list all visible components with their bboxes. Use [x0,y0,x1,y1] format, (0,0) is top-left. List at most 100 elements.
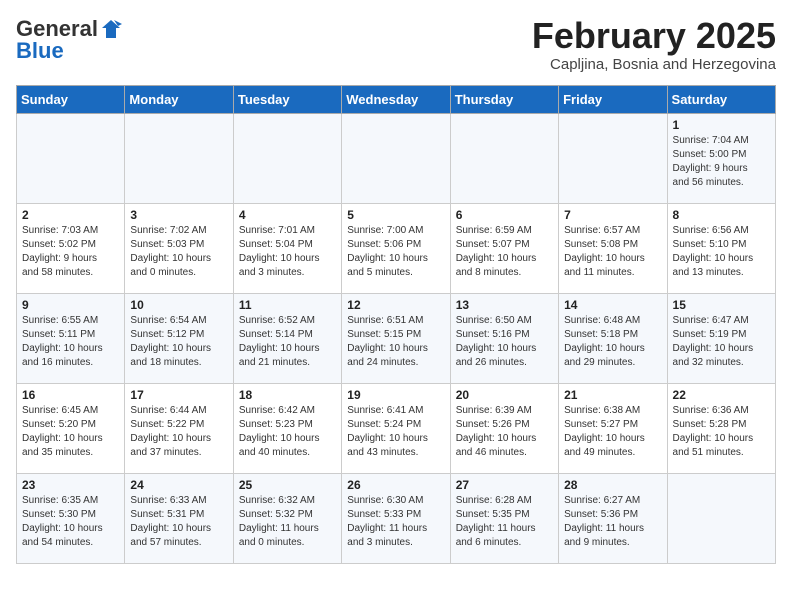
day-info: Sunrise: 7:03 AM Sunset: 5:02 PM Dayligh… [22,224,119,280]
day-number: 9 [22,298,119,312]
day-number: 25 [239,478,336,492]
header-wednesday: Wednesday [342,85,450,113]
calendar-week-row: 9 Sunrise: 6:55 AM Sunset: 5:11 PM Daylig… [17,293,776,383]
day-info: Sunrise: 6:54 AM Sunset: 5:12 PM Dayligh… [130,314,227,370]
header-thursday: Thursday [450,85,558,113]
day-number: 1 [673,118,770,132]
day-info: Sunrise: 6:30 AM Sunset: 5:33 PM Dayligh… [347,494,444,550]
day-info: Sunrise: 6:48 AM Sunset: 5:18 PM Dayligh… [564,314,661,370]
header-tuesday: Tuesday [233,85,341,113]
day-number: 5 [347,208,444,222]
table-row: 8 Sunrise: 6:56 AM Sunset: 5:10 PM Daylig… [667,203,775,293]
table-row: 4 Sunrise: 7:01 AM Sunset: 5:04 PM Daylig… [233,203,341,293]
day-info: Sunrise: 6:52 AM Sunset: 5:14 PM Dayligh… [239,314,336,370]
day-number: 11 [239,298,336,312]
table-row: 14 Sunrise: 6:48 AM Sunset: 5:18 PM Dayli… [559,293,667,383]
day-info: Sunrise: 7:02 AM Sunset: 5:03 PM Dayligh… [130,224,227,280]
logo-icon [100,18,122,40]
table-row: 5Sunrise: 7:00 AM Sunset: 5:06 PM Daylig… [342,203,450,293]
day-number: 24 [130,478,227,492]
day-info: Sunrise: 6:33 AM Sunset: 5:31 PM Dayligh… [130,494,227,550]
table-row: 9 Sunrise: 6:55 AM Sunset: 5:11 PM Daylig… [17,293,125,383]
day-info: Sunrise: 6:47 AM Sunset: 5:19 PM Dayligh… [673,314,770,370]
table-row: 21 Sunrise: 6:38 AM Sunset: 5:27 PM Dayli… [559,383,667,473]
day-number: 15 [673,298,770,312]
table-row: 2 Sunrise: 7:03 AM Sunset: 5:02 PM Daylig… [17,203,125,293]
day-info: Sunrise: 6:32 AM Sunset: 5:32 PM Dayligh… [239,494,336,550]
header-friday: Friday [559,85,667,113]
day-info: Sunrise: 6:38 AM Sunset: 5:27 PM Dayligh… [564,404,661,460]
day-number: 7 [564,208,661,222]
day-info: Sunrise: 6:39 AM Sunset: 5:26 PM Dayligh… [456,404,553,460]
table-row [667,473,775,563]
day-info: Sunrise: 6:55 AM Sunset: 5:11 PM Dayligh… [22,314,119,370]
table-row [17,113,125,203]
table-row: 3 Sunrise: 7:02 AM Sunset: 5:03 PM Daylig… [125,203,233,293]
table-row: 24 Sunrise: 6:33 AM Sunset: 5:31 PM Dayli… [125,473,233,563]
day-info: Sunrise: 6:45 AM Sunset: 5:20 PM Dayligh… [22,404,119,460]
table-row: 20 Sunrise: 6:39 AM Sunset: 5:26 PM Dayli… [450,383,558,473]
logo: General Blue [16,16,122,64]
day-number: 10 [130,298,227,312]
day-info: Sunrise: 7:04 AM Sunset: 5:00 PM Dayligh… [673,134,770,190]
day-number: 16 [22,388,119,402]
day-number: 6 [456,208,553,222]
day-info: Sunrise: 6:42 AM Sunset: 5:23 PM Dayligh… [239,404,336,460]
table-row: 22 Sunrise: 6:36 AM Sunset: 5:28 PM Dayli… [667,383,775,473]
calendar-title: February 2025 [532,16,776,56]
day-info: Sunrise: 6:44 AM Sunset: 5:22 PM Dayligh… [130,404,227,460]
day-number: 18 [239,388,336,402]
table-row: 26 Sunrise: 6:30 AM Sunset: 5:33 PM Dayli… [342,473,450,563]
table-row: 19Sunrise: 6:41 AM Sunset: 5:24 PM Dayli… [342,383,450,473]
day-info: Sunrise: 6:51 AM Sunset: 5:15 PM Dayligh… [347,314,444,370]
page-header: General Blue February 2025 Capljina, Bos… [16,16,776,73]
day-number: 14 [564,298,661,312]
header-sunday: Sunday [17,85,125,113]
day-info: Sunrise: 7:01 AM Sunset: 5:04 PM Dayligh… [239,224,336,280]
table-row [233,113,341,203]
table-row: 1 Sunrise: 7:04 AM Sunset: 5:00 PM Daylig… [667,113,775,203]
table-row: 25 Sunrise: 6:32 AM Sunset: 5:32 PM Dayli… [233,473,341,563]
table-row: 12Sunrise: 6:51 AM Sunset: 5:15 PM Dayli… [342,293,450,383]
table-row [559,113,667,203]
logo-blue-text: Blue [16,38,64,64]
day-number: 2 [22,208,119,222]
table-row: 27 Sunrise: 6:28 AM Sunset: 5:35 PM Dayli… [450,473,558,563]
table-row: 18 Sunrise: 6:42 AM Sunset: 5:23 PM Dayli… [233,383,341,473]
table-row: 11 Sunrise: 6:52 AM Sunset: 5:14 PM Dayli… [233,293,341,383]
table-row: 23 Sunrise: 6:35 AM Sunset: 5:30 PM Dayli… [17,473,125,563]
day-info: Sunrise: 6:36 AM Sunset: 5:28 PM Dayligh… [673,404,770,460]
day-number: 21 [564,388,661,402]
table-row: 7Sunrise: 6:57 AM Sunset: 5:08 PM Daylig… [559,203,667,293]
day-number: 3 [130,208,227,222]
day-info: Sunrise: 6:35 AM Sunset: 5:30 PM Dayligh… [22,494,119,550]
day-info: Sunrise: 6:59 AM Sunset: 5:07 PM Dayligh… [456,224,553,280]
day-info: Sunrise: 6:41 AM Sunset: 5:24 PM Dayligh… [347,404,444,460]
weekday-header-row: Sunday Monday Tuesday Wednesday Thursday… [17,85,776,113]
day-number: 26 [347,478,444,492]
day-number: 4 [239,208,336,222]
title-block: February 2025 Capljina, Bosnia and Herze… [532,16,776,73]
day-number: 8 [673,208,770,222]
table-row: 10 Sunrise: 6:54 AM Sunset: 5:12 PM Dayli… [125,293,233,383]
day-info: Sunrise: 6:28 AM Sunset: 5:35 PM Dayligh… [456,494,553,550]
day-number: 28 [564,478,661,492]
day-info: Sunrise: 6:50 AM Sunset: 5:16 PM Dayligh… [456,314,553,370]
day-info: Sunrise: 6:56 AM Sunset: 5:10 PM Dayligh… [673,224,770,280]
table-row: 17 Sunrise: 6:44 AM Sunset: 5:22 PM Dayli… [125,383,233,473]
day-number: 22 [673,388,770,402]
day-number: 20 [456,388,553,402]
table-row: 6 Sunrise: 6:59 AM Sunset: 5:07 PM Daylig… [450,203,558,293]
day-number: 17 [130,388,227,402]
day-number: 27 [456,478,553,492]
table-row [342,113,450,203]
header-saturday: Saturday [667,85,775,113]
table-row: 13Sunrise: 6:50 AM Sunset: 5:16 PM Dayli… [450,293,558,383]
day-number: 23 [22,478,119,492]
table-row: 16 Sunrise: 6:45 AM Sunset: 5:20 PM Dayli… [17,383,125,473]
table-row [125,113,233,203]
calendar-week-row: 2 Sunrise: 7:03 AM Sunset: 5:02 PM Daylig… [17,203,776,293]
calendar-week-row: 23 Sunrise: 6:35 AM Sunset: 5:30 PM Dayli… [17,473,776,563]
table-row: 28 Sunrise: 6:27 AM Sunset: 5:36 PM Dayli… [559,473,667,563]
day-info: Sunrise: 6:27 AM Sunset: 5:36 PM Dayligh… [564,494,661,550]
